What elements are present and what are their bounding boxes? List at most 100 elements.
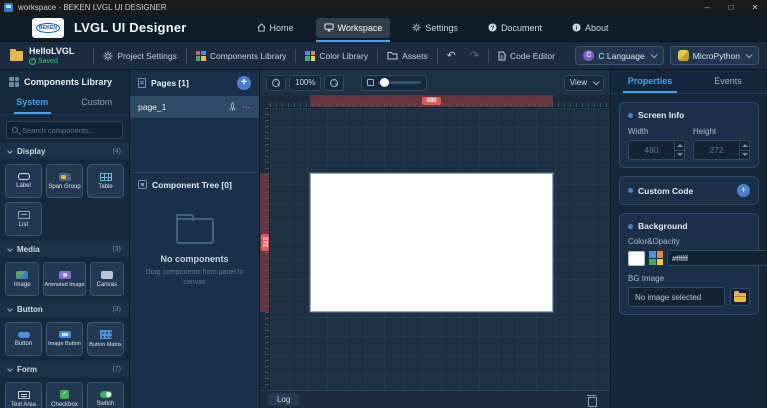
page-row-selected[interactable]: page_1 ⋯ <box>130 96 259 118</box>
main-nav: Home Workspace Settings ? Document i Abo… <box>249 14 617 42</box>
image-icon <box>16 270 29 279</box>
zoom-out-button[interactable]: – <box>324 74 345 91</box>
caret-up-icon <box>741 143 748 147</box>
monitor-icon <box>324 23 334 32</box>
app-title: LVGL UI Designer <box>74 20 187 35</box>
maximize-button[interactable]: □ <box>719 0 743 14</box>
ruler-width-highlight: 480 <box>310 95 553 107</box>
zoom-slider-box <box>361 74 428 91</box>
image-button-icon <box>58 331 71 338</box>
tab-properties[interactable]: Properties <box>611 70 689 93</box>
height-decrement-button[interactable] <box>740 151 749 160</box>
component-card-image-button[interactable]: Image Button <box>46 322 83 356</box>
search-input[interactable] <box>22 125 117 135</box>
zoom-in-button[interactable]: + <box>266 74 286 91</box>
tab-system[interactable]: System <box>0 93 65 114</box>
nav-workspace[interactable]: Workspace <box>315 17 391 42</box>
background-section: Background Color&Opacity Gradi <box>619 213 767 315</box>
micropython-icon <box>677 50 689 61</box>
runtime-select-button[interactable]: MicroPython <box>669 46 759 65</box>
span-group-icon <box>58 172 71 181</box>
fit-screen-icon[interactable] <box>367 79 375 86</box>
language-select-button[interactable]: C C Language <box>575 46 664 65</box>
width-input[interactable] <box>629 141 674 159</box>
component-card-canvas[interactable]: Canvas <box>89 262 124 296</box>
component-card-text-area[interactable]: Text Area <box>5 382 42 408</box>
browse-image-button[interactable] <box>730 288 750 306</box>
category-button[interactable]: Button (3) <box>0 301 129 317</box>
component-card-span-group[interactable]: Span Group <box>46 164 83 198</box>
close-button[interactable]: ✕ <box>743 0 767 14</box>
section-dot-icon <box>628 223 633 229</box>
saved-label: Saved <box>38 57 58 65</box>
components-grid-icon <box>195 50 206 61</box>
height-increment-button[interactable] <box>740 141 749 151</box>
question-circle-icon: ? <box>488 23 497 32</box>
button-matrix-icon <box>99 330 112 339</box>
nav-home[interactable]: Home <box>249 18 302 38</box>
component-card-switch[interactable]: Switch <box>87 382 124 408</box>
component-search[interactable] <box>6 121 123 139</box>
component-card-list[interactable]: List <box>5 202 42 236</box>
width-decrement-button[interactable] <box>675 151 684 160</box>
zoom-slider-knob[interactable] <box>380 78 390 87</box>
page-more-icon[interactable]: ⋯ <box>242 103 251 112</box>
chevron-down-icon <box>745 51 753 59</box>
divider <box>488 48 490 63</box>
component-card-animated-image[interactable]: Animated Image <box>43 262 86 296</box>
width-label: Width <box>628 127 649 136</box>
home-icon <box>257 23 266 32</box>
category-form[interactable]: Form (7) <box>0 361 129 377</box>
ruler-corner <box>260 95 270 108</box>
nav-document[interactable]: ? Document <box>480 18 550 38</box>
width-increment-button[interactable] <box>675 141 684 151</box>
view-dropdown[interactable]: View <box>563 74 604 91</box>
add-custom-code-button[interactable]: + <box>737 184 750 197</box>
undo-icon[interactable]: ↶ <box>447 49 456 62</box>
trash-icon[interactable] <box>587 394 597 407</box>
project-settings-button[interactable]: Project Settings <box>103 51 177 61</box>
assets-folder-icon <box>387 51 398 60</box>
component-card-button-matrix[interactable]: Button Matrix <box>87 322 124 356</box>
color-swatch[interactable] <box>628 250 645 266</box>
component-card-button[interactable]: Button <box>5 322 42 356</box>
hex-color-input[interactable] <box>667 250 767 266</box>
canvas-field[interactable] <box>270 108 610 390</box>
minimize-button[interactable]: – <box>695 0 719 14</box>
assets-button[interactable]: Assets <box>387 51 428 61</box>
home-page-icon[interactable] <box>228 102 237 112</box>
color-library-button[interactable]: Color Library <box>305 50 368 61</box>
tab-events[interactable]: Events <box>689 70 767 93</box>
color-picker-icon[interactable] <box>649 251 663 265</box>
height-input[interactable] <box>694 141 739 159</box>
component-card-checkbox[interactable]: Checkbox <box>46 382 83 408</box>
component-card-table[interactable]: Table <box>87 164 124 198</box>
nav-about[interactable]: i About <box>564 18 617 38</box>
components-library-button[interactable]: Components Library <box>195 50 286 61</box>
screen-info-title: Screen Info <box>628 110 750 120</box>
zoom-out-icon: – <box>330 78 339 87</box>
switch-icon <box>99 391 112 398</box>
component-card-label[interactable]: Label <box>5 164 42 198</box>
category-media[interactable]: Media (3) <box>0 241 129 257</box>
zoom-slider[interactable] <box>378 78 422 87</box>
section-dot-icon <box>628 188 633 193</box>
design-screen[interactable] <box>310 173 553 312</box>
redo-icon[interactable]: ↷ <box>470 49 479 62</box>
category-display[interactable]: Display (4) <box>0 143 129 159</box>
gear-icon <box>412 23 421 32</box>
code-editor-button[interactable]: Code Editor <box>498 51 555 61</box>
bg-image-label: BG Image <box>628 274 665 283</box>
add-page-button[interactable]: + <box>237 76 251 90</box>
tab-custom[interactable]: Custom <box>65 93 130 114</box>
chevron-down-icon <box>7 148 13 154</box>
log-tab[interactable]: Log <box>268 393 300 406</box>
caret-down-icon <box>676 153 683 157</box>
bg-image-input[interactable] <box>628 287 725 307</box>
component-card-image[interactable]: Image <box>5 262 40 296</box>
zoom-in-icon: + <box>272 78 280 87</box>
list-icon <box>17 210 30 219</box>
project-folder-icon <box>10 48 23 61</box>
app-window: workspace - BEKEN LVGL UI DESIGNER – □ ✕… <box>0 0 767 408</box>
nav-settings[interactable]: Settings <box>404 18 466 38</box>
